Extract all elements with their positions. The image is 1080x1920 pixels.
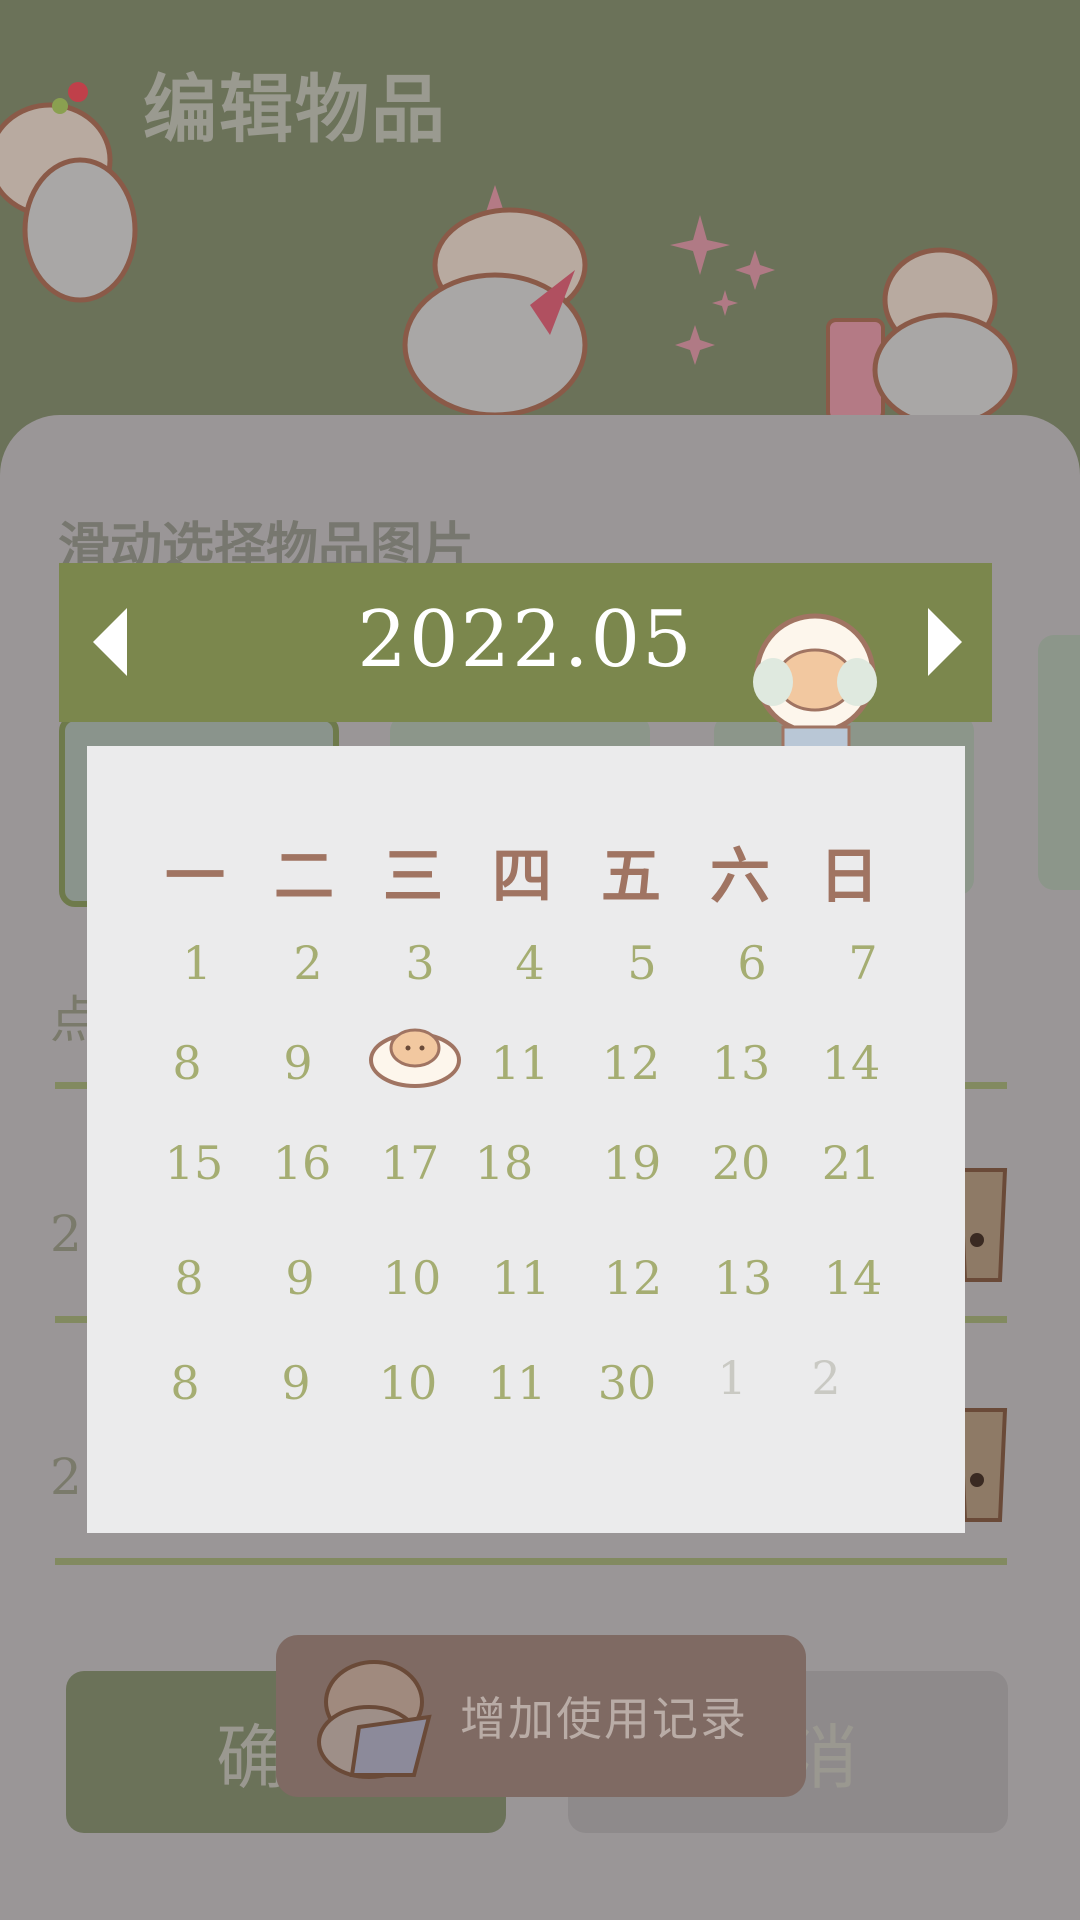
- weekday-label: 三: [383, 842, 443, 912]
- day-cell[interactable]: 5: [587, 936, 697, 990]
- hamster-party-icon: [402, 185, 588, 418]
- day-cell[interactable]: 13: [688, 1251, 798, 1305]
- day-cell[interactable]: 11: [462, 1356, 572, 1410]
- day-cell[interactable]: 10: [353, 1356, 463, 1410]
- day-cell[interactable]: 11: [465, 1036, 575, 1090]
- astronaut-hamster-icon: [753, 613, 877, 762]
- day-cell[interactable]: 8: [130, 1356, 240, 1410]
- hamster-right-icon: [826, 247, 1018, 420]
- day-cell[interactable]: 6: [697, 936, 807, 990]
- weekday-label: 日: [819, 842, 879, 912]
- weekday-label: 一: [165, 842, 225, 912]
- day-cell[interactable]: 12: [578, 1251, 688, 1305]
- day-cell[interactable]: 1: [142, 936, 252, 990]
- hamster-left-icon: [0, 82, 138, 303]
- weekday-label: 五: [601, 842, 661, 912]
- add-usage-record-button[interactable]: 增加使用记录: [276, 1635, 806, 1797]
- day-cell[interactable]: 3: [365, 936, 475, 990]
- hamster-laptop-icon: [317, 1660, 432, 1779]
- sparkles-icon: [670, 215, 775, 365]
- day-cell[interactable]: 14: [798, 1251, 908, 1305]
- toast-text: 增加使用记录: [460, 1692, 748, 1746]
- day-cell[interactable]: 10: [357, 1251, 467, 1305]
- day-cell[interactable]: 18: [449, 1136, 559, 1190]
- selected-day-hamster-icon[interactable]: [360, 1024, 470, 1090]
- day-cell[interactable]: 21: [796, 1136, 906, 1190]
- day-cell[interactable]: 13: [686, 1036, 796, 1090]
- record-date-2: 2: [50, 1448, 82, 1506]
- image-card-4[interactable]: [1038, 635, 1080, 890]
- day-cell[interactable]: 2: [253, 936, 363, 990]
- weekday-label: 四: [492, 842, 552, 912]
- day-cell[interactable]: 16: [247, 1136, 357, 1190]
- day-cell[interactable]: 11: [466, 1251, 576, 1305]
- day-cell[interactable]: 14: [796, 1036, 906, 1090]
- day-cell[interactable]: 8: [132, 1036, 242, 1090]
- weekday-label: 六: [710, 842, 770, 912]
- day-cell[interactable]: 9: [241, 1356, 351, 1410]
- next-month-icon[interactable]: [922, 605, 968, 679]
- day-cell[interactable]: 20: [686, 1136, 796, 1190]
- day-cell[interactable]: 12: [576, 1036, 686, 1090]
- day-cell[interactable]: 15: [139, 1136, 249, 1190]
- record-date-1: 2: [50, 1205, 82, 1263]
- day-cell[interactable]: 9: [243, 1036, 353, 1090]
- day-cell[interactable]: 19: [577, 1136, 687, 1190]
- header: 编辑物品: [0, 0, 1080, 470]
- day-cell-next-month[interactable]: 2: [771, 1351, 881, 1405]
- day-cell[interactable]: 7: [808, 936, 918, 990]
- weekday-label: 二: [274, 842, 334, 912]
- calendar-grid: 一 二 三 四 五 六 日 1 2 3 4 5 6 7 8 9 11 12 13…: [87, 746, 965, 1533]
- divider-3: [55, 1558, 1007, 1565]
- page-title: 编辑物品: [143, 67, 447, 153]
- day-cell[interactable]: 9: [245, 1251, 355, 1305]
- day-cell[interactable]: 30: [572, 1356, 682, 1410]
- day-cell[interactable]: 4: [475, 936, 585, 990]
- day-cell[interactable]: 8: [134, 1251, 244, 1305]
